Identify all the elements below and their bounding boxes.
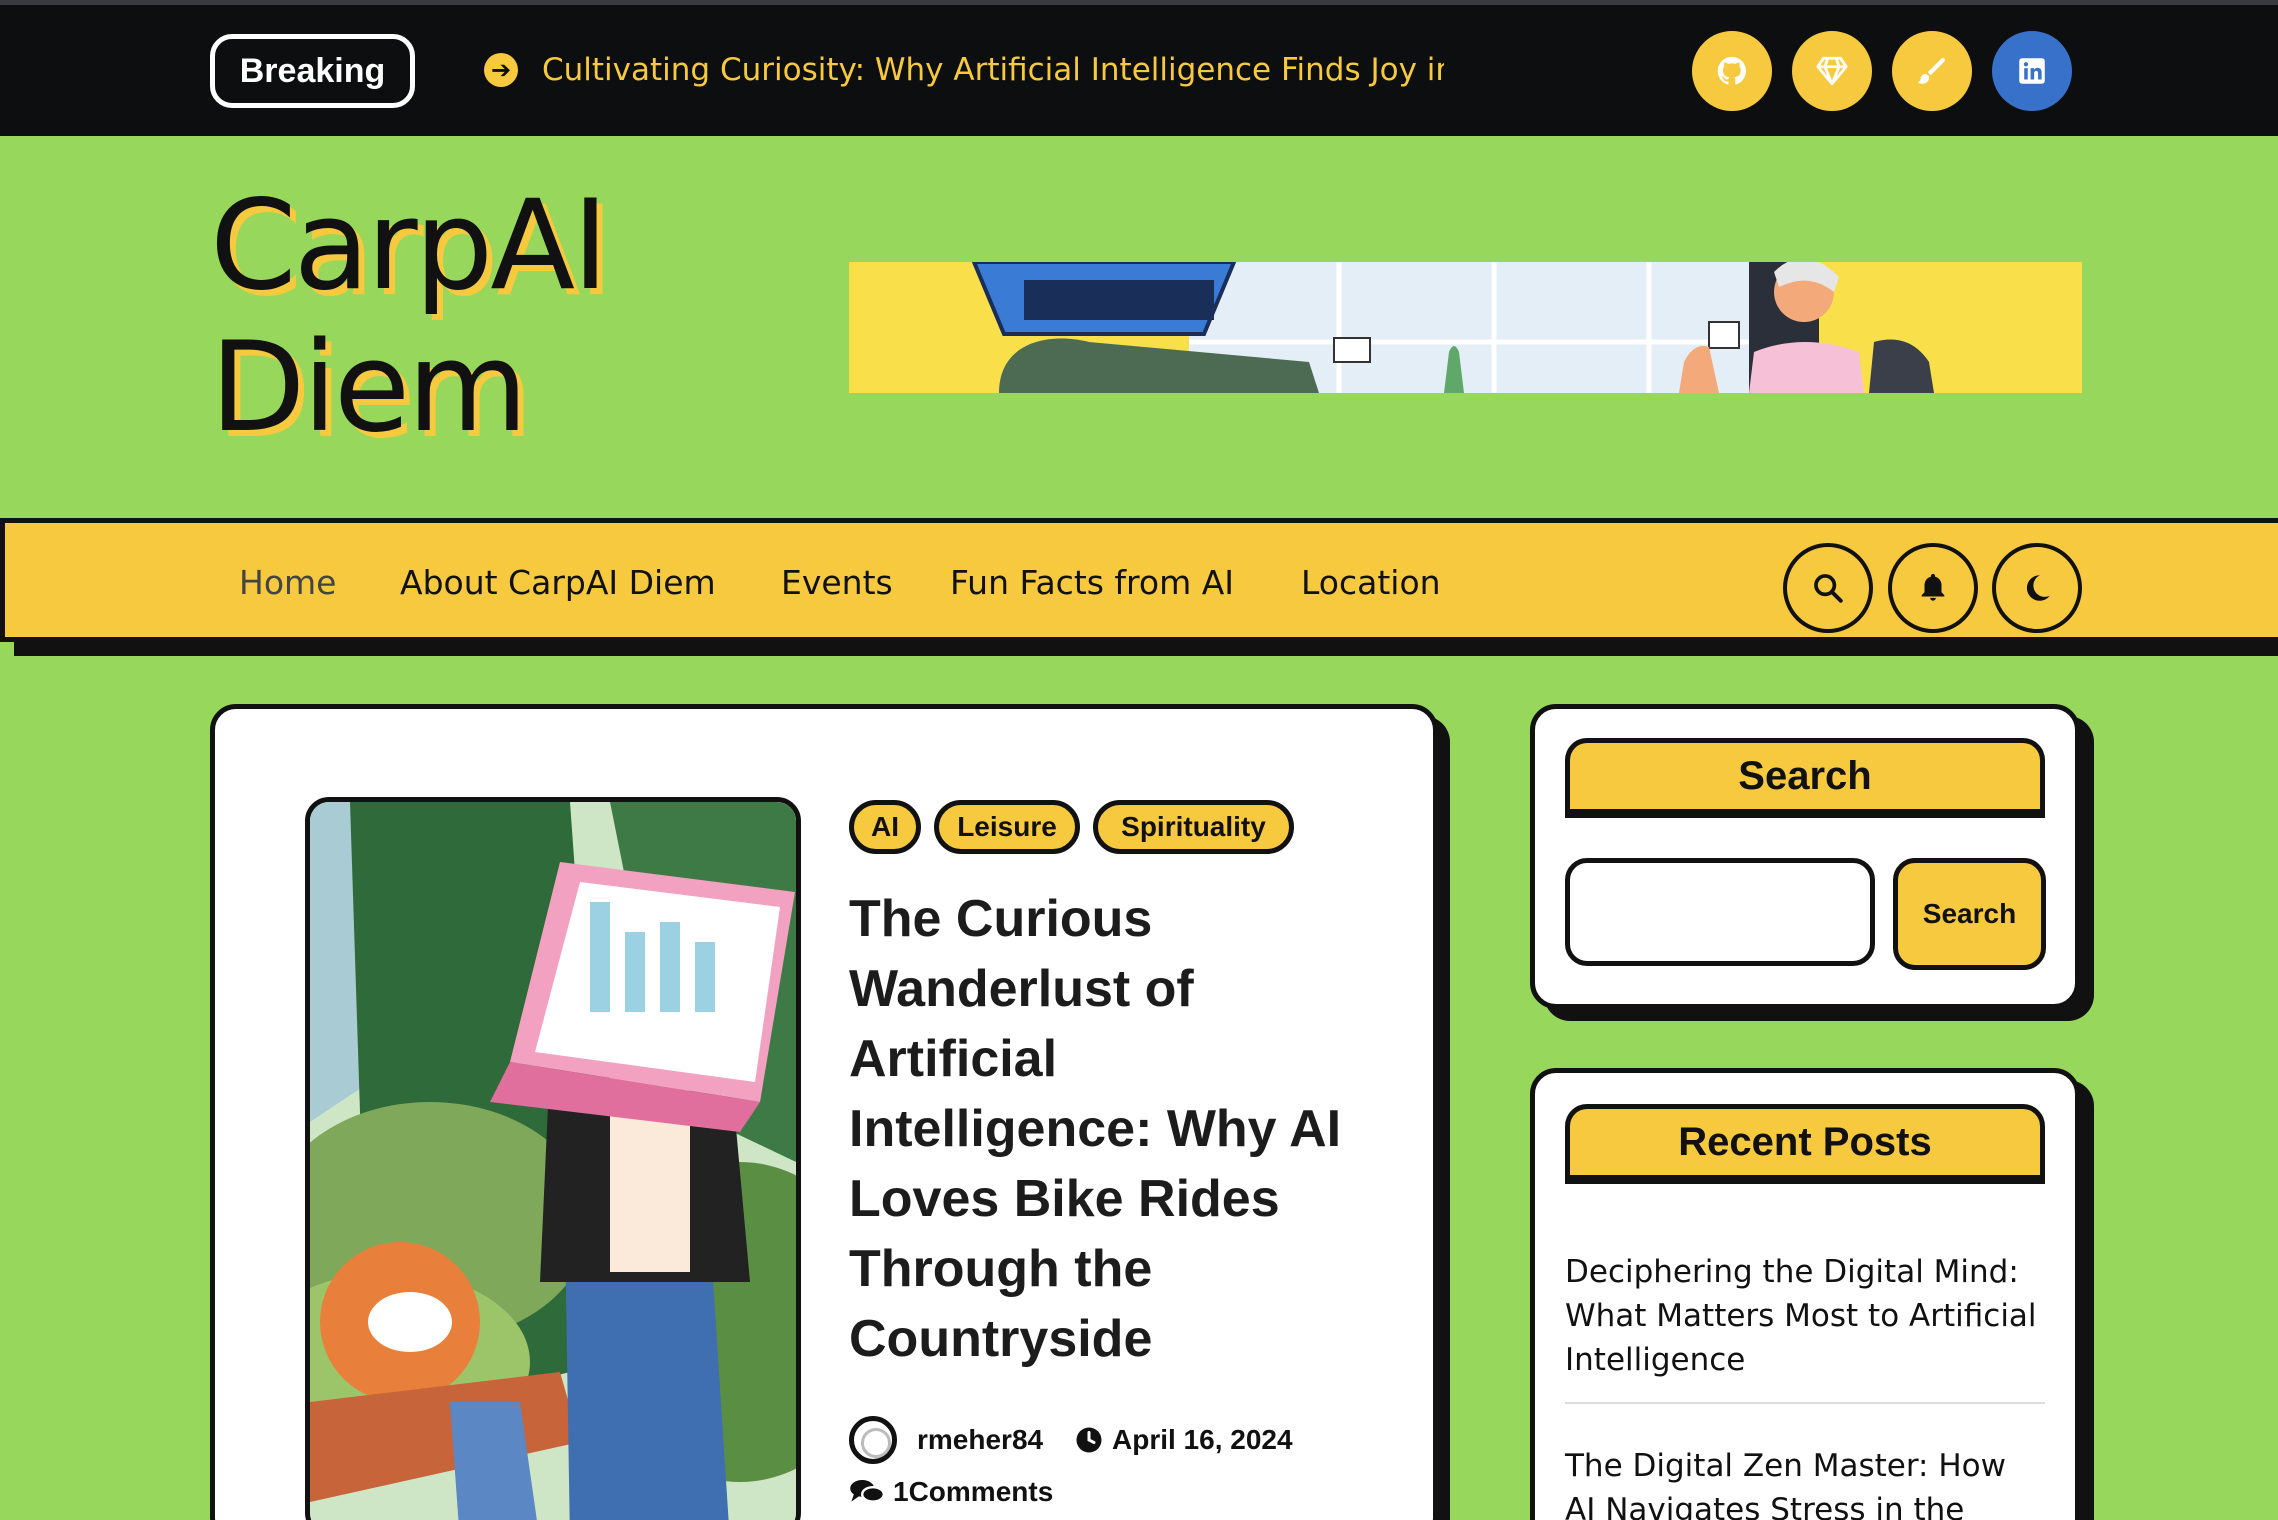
news-ticker[interactable]: ➔ Cultivating Curiosity: Why Artificial … xyxy=(484,42,1444,98)
author-name[interactable]: rmeher84 xyxy=(917,1424,1043,1456)
post-meta-date[interactable]: April 16, 2024 xyxy=(1074,1424,1293,1456)
recent-posts-divider xyxy=(1565,1402,2045,1404)
tag-spirituality[interactable]: Spirituality xyxy=(1093,800,1294,854)
bell-icon xyxy=(1921,573,1945,601)
dark-mode-toggle[interactable] xyxy=(1992,543,2082,633)
site-title-line2: Diem xyxy=(210,316,528,460)
recent-post-link[interactable]: The Digital Zen Master: How AI Navigates… xyxy=(1565,1444,2045,1520)
post-illustration xyxy=(310,802,796,1520)
brush-link[interactable] xyxy=(1889,28,1975,114)
site-title[interactable]: CarpAI Diem xyxy=(210,175,810,459)
recent-post-link[interactable]: Deciphering the Digital Mind: What Matte… xyxy=(1565,1250,2045,1382)
notifications-button[interactable] xyxy=(1888,543,1978,633)
search-widget-title: Search xyxy=(1565,738,2045,818)
search-icon xyxy=(1814,574,1843,603)
clock-icon xyxy=(1076,1427,1102,1453)
nav-item-location[interactable]: Location xyxy=(1301,563,1441,602)
post-featured-image[interactable] xyxy=(305,797,801,1520)
banner-illustration xyxy=(849,262,2082,393)
author-avatar xyxy=(849,1416,897,1464)
github-icon xyxy=(1717,56,1746,85)
header-banner-image xyxy=(849,262,2082,393)
post-date: April 16, 2024 xyxy=(1112,1424,1293,1455)
comments-count: 1Comments xyxy=(893,1476,1054,1507)
post-title[interactable]: The Curious Wanderlust of Artificial Int… xyxy=(849,884,1349,1374)
main-navigation: Home About CarpAI Diem Events Fun Facts … xyxy=(0,518,2278,642)
breaking-label: Breaking xyxy=(210,34,415,108)
tag-ai[interactable]: AI xyxy=(849,800,921,854)
nav-item-fun-facts[interactable]: Fun Facts from AI xyxy=(950,563,1234,602)
nav-item-about[interactable]: About CarpAI Diem xyxy=(400,563,716,602)
brush-icon xyxy=(1917,58,1945,84)
nav-item-home[interactable]: Home xyxy=(239,563,336,602)
github-link[interactable] xyxy=(1689,28,1775,114)
comments-icon xyxy=(850,1480,885,1503)
linkedin-icon xyxy=(2019,58,2045,84)
top-bar: Breaking ➔ Cultivating Curiosity: Why Ar… xyxy=(0,0,2278,136)
post-meta-author[interactable]: rmeher84 xyxy=(849,1416,1043,1464)
nav-item-events[interactable]: Events xyxy=(781,563,893,602)
gem-link[interactable] xyxy=(1789,28,1875,114)
arrow-right-icon: ➔ xyxy=(484,53,518,87)
sidebar-search-input[interactable] xyxy=(1565,858,1875,966)
tag-leisure[interactable]: Leisure xyxy=(934,800,1080,854)
moon-icon xyxy=(2026,575,2050,601)
top-stripe xyxy=(0,0,2278,5)
gem-icon xyxy=(1816,56,1848,86)
sidebar-search-button[interactable]: Search xyxy=(1893,858,2046,970)
ticker-headline[interactable]: Cultivating Curiosity: Why Artificial In… xyxy=(542,52,1444,88)
linkedin-link[interactable] xyxy=(1989,28,2075,114)
site-title-line1: CarpAI xyxy=(210,174,609,318)
recent-posts-title: Recent Posts xyxy=(1565,1104,2045,1184)
search-button[interactable] xyxy=(1783,543,1873,633)
post-meta-comments[interactable]: 1Comments xyxy=(849,1476,1053,1508)
